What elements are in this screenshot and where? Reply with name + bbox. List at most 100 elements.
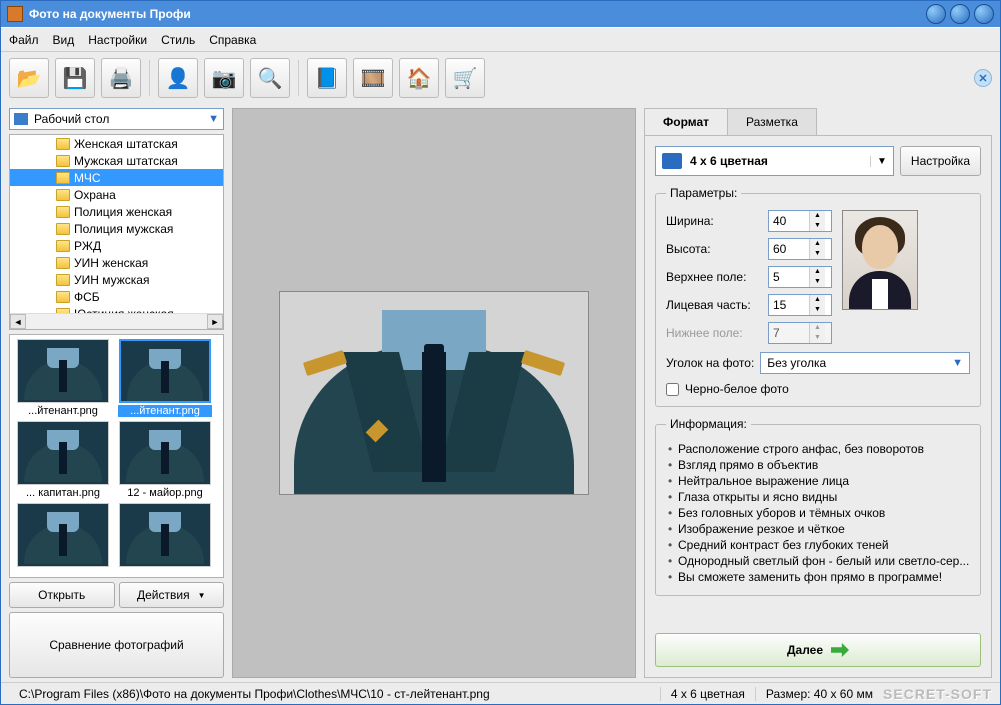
tree-item[interactable]: Полиция мужская: [10, 220, 223, 237]
toolbar-user-icon[interactable]: 👤: [158, 58, 198, 98]
arrow-right-icon: [831, 643, 849, 657]
height-spin[interactable]: ▲▼: [768, 238, 832, 260]
path-selector[interactable]: Рабочий стол ▼: [9, 108, 224, 130]
menu-view[interactable]: Вид: [53, 33, 75, 47]
toolbar-close-icon[interactable]: ✕: [974, 69, 992, 87]
folder-icon: [56, 206, 70, 218]
toolbar-camera-icon[interactable]: 📷: [204, 58, 244, 98]
info-item: Нейтральное выражение лица: [666, 473, 970, 489]
thumbnail-grid[interactable]: ...йтенант.png...йтенант.png... капитан.…: [9, 334, 224, 578]
tree-item-label: УИН мужская: [74, 273, 149, 287]
tree-item-label: Женская штатская: [74, 137, 178, 151]
tree-item-label: Полиция мужская: [74, 222, 173, 236]
compare-button[interactable]: Сравнение фотографий: [9, 612, 224, 678]
minimize-button[interactable]: [926, 4, 946, 24]
tab-format[interactable]: Формат: [644, 108, 728, 135]
left-panel: Рабочий стол ▼ Женская штатская Мужская ш…: [9, 108, 224, 678]
toolbar-print-icon[interactable]: 🖨️: [101, 58, 141, 98]
status-format: 4 x 6 цветная: [660, 687, 755, 701]
format-select[interactable]: 4 x 6 цветная ▼: [655, 146, 894, 176]
scroll-left[interactable]: ◄: [10, 314, 26, 329]
folder-tree[interactable]: Женская штатская Мужская штатскаяМЧС Охран…: [9, 134, 224, 330]
tree-item-label: УИН женская: [74, 256, 148, 270]
height-label: Высота:: [666, 242, 762, 256]
info-item: Однородный светлый фон - белый или светл…: [666, 553, 970, 569]
folder-icon: [56, 155, 70, 167]
format-value: 4 x 6 цветная: [690, 154, 768, 168]
thumbnail[interactable]: [14, 503, 112, 569]
toolbar-open-icon[interactable]: 📂: [9, 58, 49, 98]
toolbar-home-icon[interactable]: 🏠: [399, 58, 439, 98]
menu-help[interactable]: Справка: [209, 33, 256, 47]
width-spin[interactable]: ▲▼: [768, 210, 832, 232]
thumbnail[interactable]: 12 - майор.png: [116, 421, 214, 499]
scroll-right[interactable]: ►: [207, 314, 223, 329]
toolbar: 📂 💾 🖨️ 👤 📷 🔍 📘 🎞️ 🏠 🛒 ✕: [1, 51, 1000, 104]
params-legend: Параметры:: [666, 186, 741, 200]
bottom-label: Нижнее поле:: [666, 326, 762, 340]
info-item: Средний контраст без глубоких теней: [666, 537, 970, 553]
folder-icon: [56, 274, 70, 286]
tree-item[interactable]: МЧС: [10, 169, 223, 186]
menu-settings[interactable]: Настройки: [88, 33, 147, 47]
tree-item[interactable]: УИН мужская: [10, 271, 223, 288]
status-path: C:\Program Files (x86)\Фото на документы…: [9, 687, 660, 701]
corner-select[interactable]: Без уголка ▼: [760, 352, 970, 374]
toolbar-cart-icon[interactable]: 🛒: [445, 58, 485, 98]
top-label: Верхнее поле:: [666, 270, 762, 284]
folder-icon: [56, 189, 70, 201]
titlebar: Фото на документы Профи: [1, 1, 1000, 27]
toolbar-save-icon[interactable]: 💾: [55, 58, 95, 98]
tree-item[interactable]: РЖД: [10, 237, 223, 254]
folder-icon: [56, 223, 70, 235]
tree-item[interactable]: Охрана: [10, 186, 223, 203]
info-item: Расположение строго анфас, без поворотов: [666, 441, 970, 457]
chevron-down-icon: ▼: [870, 156, 887, 167]
actions-button[interactable]: Действия▼: [119, 582, 225, 608]
folder-icon: [56, 138, 70, 150]
tab-layout[interactable]: Разметка: [727, 108, 817, 135]
folder-icon: [56, 257, 70, 269]
info-item: Изображение резкое и чёткое: [666, 521, 970, 537]
tree-item-label: Охрана: [74, 188, 116, 202]
info-fieldset: Информация: Расположение строго анфас, б…: [655, 417, 981, 596]
maximize-button[interactable]: [950, 4, 970, 24]
thumb-label: 12 - майор.png: [118, 487, 212, 499]
info-item: Вы сможете заменить фон прямо в программ…: [666, 569, 970, 585]
thumbnail[interactable]: [116, 503, 214, 569]
sample-photo: [842, 210, 918, 310]
toolbar-help-icon[interactable]: 📘: [307, 58, 347, 98]
face-spin[interactable]: ▲▼: [768, 294, 832, 316]
tree-item-label: Мужская штатская: [74, 154, 178, 168]
menu-file[interactable]: Файл: [9, 33, 39, 47]
top-spin[interactable]: ▲▼: [768, 266, 832, 288]
toolbar-video-icon[interactable]: 🎞️: [353, 58, 393, 98]
tree-item-label: РЖД: [74, 239, 101, 253]
costume-preview: [279, 291, 589, 495]
info-list: Расположение строго анфас, без поворотов…: [666, 441, 970, 585]
preview-area: [232, 108, 636, 678]
info-item: Без головных уборов и тёмных очков: [666, 505, 970, 521]
tree-item-label: Полиция женская: [74, 205, 172, 219]
open-button[interactable]: Открыть: [9, 582, 115, 608]
folder-icon: [56, 172, 70, 184]
close-button[interactable]: [974, 4, 994, 24]
tree-item[interactable]: Мужская штатская: [10, 152, 223, 169]
info-legend: Информация:: [666, 417, 751, 431]
tree-item[interactable]: Полиция женская: [10, 203, 223, 220]
bw-checkbox[interactable]: [666, 383, 679, 396]
next-button[interactable]: Далее: [655, 633, 981, 667]
tree-item[interactable]: УИН женская: [10, 254, 223, 271]
desktop-icon: [14, 113, 28, 125]
tree-item-label: ФСБ: [74, 290, 100, 304]
setup-button[interactable]: Настройка: [900, 146, 981, 176]
thumbnail[interactable]: ...йтенант.png: [14, 339, 112, 417]
app-title: Фото на документы Профи: [29, 7, 926, 21]
menu-style[interactable]: Стиль: [161, 33, 195, 47]
toolbar-zoom-icon[interactable]: 🔍: [250, 58, 290, 98]
width-label: Ширина:: [666, 214, 762, 228]
thumbnail[interactable]: ... капитан.png: [14, 421, 112, 499]
thumbnail[interactable]: ...йтенант.png: [116, 339, 214, 417]
tree-item[interactable]: Женская штатская: [10, 135, 223, 152]
tree-item[interactable]: ФСБ: [10, 288, 223, 305]
